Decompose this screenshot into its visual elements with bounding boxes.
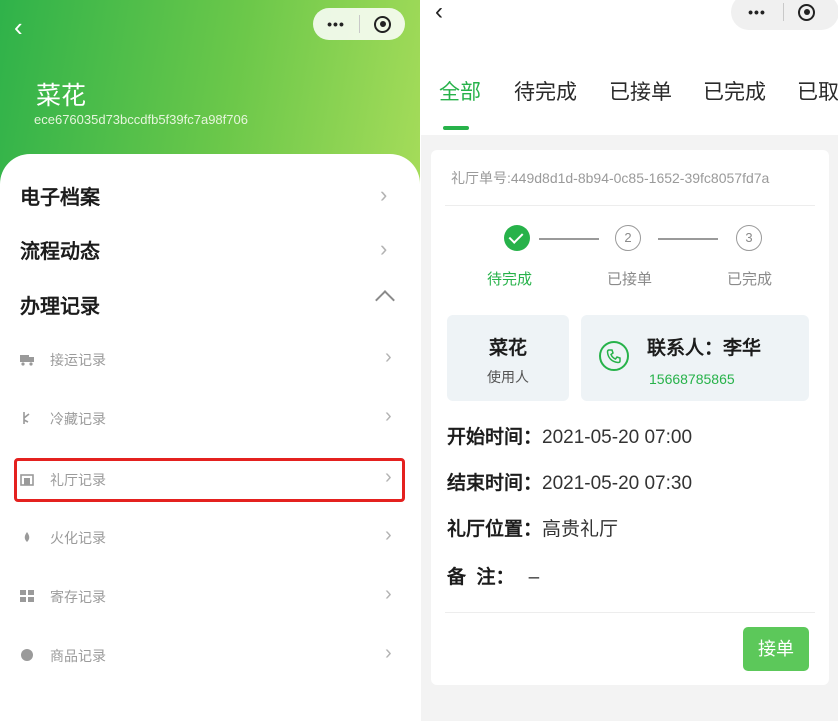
user-id: ece676035d73bccdfb5f39fc7a98f706 — [34, 112, 248, 127]
record-item-label: 接运记录 — [50, 352, 106, 368]
hall-location-value: 高贵礼厅 — [542, 519, 619, 540]
close-target-icon[interactable] — [784, 3, 829, 21]
more-icon[interactable]: ••• — [313, 16, 359, 32]
remark-label: 备 注： — [447, 567, 515, 588]
remark-row: 备 注： – — [447, 562, 539, 589]
menu-item-process-status[interactable]: 流程动态 › — [0, 224, 420, 274]
remark-value: – — [528, 567, 540, 588]
contact-box[interactable]: 联系人：李华 15668785865 — [581, 315, 809, 401]
step-2-circle: 2 — [615, 225, 641, 251]
menu-item-label: 流程动态 — [20, 240, 100, 263]
accept-order-button[interactable]: 接单 — [743, 627, 809, 671]
menu-item-electronic-archive[interactable]: 电子档案 › — [0, 170, 420, 220]
divider — [445, 205, 815, 206]
step-connector — [539, 238, 599, 240]
step-3-label: 已完成 — [727, 271, 773, 288]
back-button[interactable]: ‹ — [14, 12, 23, 42]
record-item-cremation[interactable]: 火化记录 › — [0, 516, 420, 560]
user-role: 使用人 — [487, 369, 529, 385]
record-item-label: 商品记录 — [50, 648, 106, 664]
mini-program-capsule: ••• — [313, 8, 405, 40]
user-box: 菜花 使用人 — [447, 315, 569, 401]
record-item-transport[interactable]: 接运记录 › — [0, 338, 420, 382]
hall-location-row: 礼厅位置：高贵礼厅 — [447, 514, 618, 541]
step-2-label: 已接单 — [607, 271, 653, 288]
chevron-right-icon: › — [380, 236, 388, 261]
tab-pending[interactable]: 待完成 — [514, 76, 577, 106]
more-icon[interactable]: ••• — [731, 4, 783, 20]
highlight-box — [14, 458, 405, 502]
tab-completed[interactable]: 已完成 — [703, 76, 766, 106]
back-button[interactable]: ‹ — [435, 0, 443, 26]
record-item-label: 火化记录 — [50, 530, 106, 546]
tab-accepted[interactable]: 已接单 — [609, 76, 672, 106]
chevron-right-icon: › — [385, 642, 392, 664]
record-item-label: 寄存记录 — [50, 589, 106, 605]
goods-icon — [21, 649, 33, 661]
end-time-value: 2021-05-20 07:30 — [542, 473, 693, 494]
start-time-label: 开始时间： — [447, 427, 543, 448]
step-1-label: 待完成 — [487, 271, 533, 288]
user-name: 菜花 — [36, 82, 87, 110]
active-tab-indicator — [443, 126, 469, 130]
phone-icon[interactable] — [599, 341, 629, 371]
step-3-circle: 3 — [736, 225, 762, 251]
chevron-up-icon — [375, 290, 395, 310]
order-list-panel: ‹ ••• 全部 待完成 已接单 已完成 已取 礼厅单号:449d8d1d-8b… — [421, 0, 838, 721]
status-tabs: 全部 待完成 已接单 已完成 已取 — [421, 70, 838, 130]
menu-item-label: 电子档案 — [20, 186, 100, 209]
close-target-icon[interactable] — [360, 15, 405, 33]
start-time-row: 开始时间：2021-05-20 07:00 — [447, 422, 692, 449]
tab-all[interactable]: 全部 — [439, 76, 481, 106]
snowflake-icon — [23, 412, 30, 424]
profile-panel: ‹ ••• 菜花 ece676035d73bccdfb5f39fc7a98f70… — [0, 0, 420, 721]
order-number: 礼厅单号:449d8d1d-8b94-0c85-1652-39fc8057fd7… — [451, 170, 770, 186]
chevron-right-icon: › — [380, 182, 388, 207]
chevron-right-icon: › — [385, 346, 392, 368]
chevron-right-icon: › — [385, 405, 392, 427]
chevron-right-icon: › — [385, 524, 392, 546]
record-item-label: 冷藏记录 — [50, 411, 106, 427]
tab-cancelled[interactable]: 已取 — [797, 76, 838, 106]
start-time-value: 2021-05-20 07:00 — [542, 427, 693, 448]
mini-program-capsule: ••• — [731, 0, 838, 30]
chevron-right-icon: › — [385, 583, 392, 605]
storage-icon — [20, 590, 34, 602]
menu-item-label: 办理记录 — [20, 295, 100, 318]
step-1-check-icon — [504, 225, 530, 251]
record-item-refrigeration[interactable]: 冷藏记录 › — [0, 397, 420, 441]
menu-item-handling-records[interactable]: 办理记录 — [0, 279, 420, 329]
order-card: 礼厅单号:449d8d1d-8b94-0c85-1652-39fc8057fd7… — [431, 150, 829, 685]
flame-icon — [24, 532, 30, 542]
user-name: 菜花 — [488, 338, 527, 359]
record-item-storage[interactable]: 寄存记录 › — [0, 575, 420, 619]
step-connector — [658, 238, 718, 240]
divider — [445, 612, 815, 613]
truck-icon — [20, 355, 34, 366]
record-item-goods[interactable]: 商品记录 › — [0, 634, 420, 678]
end-time-row: 结束时间：2021-05-20 07:30 — [447, 468, 692, 495]
contact-label: 联系人：李华 — [647, 338, 762, 359]
end-time-label: 结束时间： — [447, 473, 543, 494]
contact-phone[interactable]: 15668785865 — [649, 371, 735, 387]
hall-location-label: 礼厅位置： — [447, 519, 543, 540]
